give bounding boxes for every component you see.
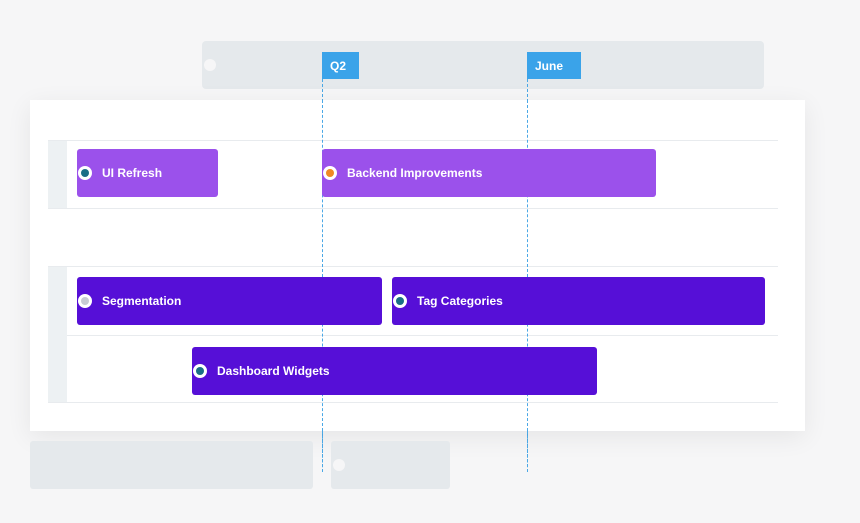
roadmap-bar-backend-improvements[interactable]: Backend Improvements <box>322 149 656 197</box>
bar-label: Tag Categories <box>417 294 503 308</box>
row-divider <box>67 335 778 336</box>
marker-q2-text: Q2 <box>330 58 347 73</box>
group-gutter-1 <box>48 141 67 208</box>
row-divider <box>48 266 778 267</box>
timeline-header <box>202 41 764 89</box>
status-dot-icon <box>78 294 92 308</box>
marker-line-june-bottom <box>527 431 528 472</box>
timeline-header-notch <box>204 59 216 71</box>
status-dot-icon <box>323 166 337 180</box>
row-divider <box>48 140 778 141</box>
marker-label-q2[interactable]: Q2 <box>322 52 359 79</box>
footer-notch <box>333 459 345 471</box>
footer-placeholder-right <box>331 441 450 489</box>
bar-label: Backend Improvements <box>347 166 483 180</box>
bar-label: Dashboard Widgets <box>217 364 330 378</box>
roadmap-bar-segmentation[interactable]: Segmentation <box>77 277 382 325</box>
roadmap-bar-tag-categories[interactable]: Tag Categories <box>392 277 765 325</box>
roadmap-bar-ui-refresh[interactable]: UI Refresh <box>77 149 218 197</box>
marker-line-q2-bottom <box>322 431 323 472</box>
bar-label: Segmentation <box>102 294 182 308</box>
roadmap-bar-dashboard-widgets[interactable]: Dashboard Widgets <box>192 347 597 395</box>
status-dot-icon <box>393 294 407 308</box>
marker-june-text: June <box>535 58 564 73</box>
row-divider <box>48 402 778 403</box>
row-divider <box>48 208 778 209</box>
footer-placeholder-left <box>30 441 313 489</box>
group-gutter-2 <box>48 267 67 402</box>
marker-label-june[interactable]: June <box>527 52 581 79</box>
status-dot-icon <box>78 166 92 180</box>
bar-label: UI Refresh <box>102 166 163 180</box>
status-dot-icon <box>193 364 207 378</box>
